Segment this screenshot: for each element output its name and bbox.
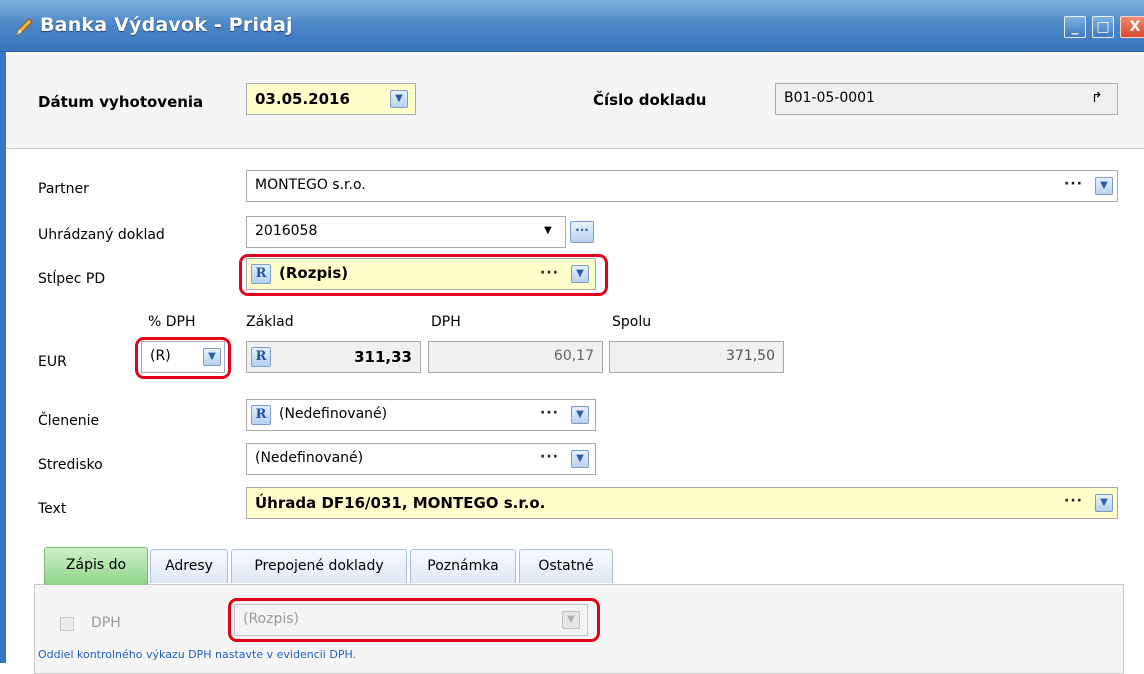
docnum-input[interactable]: B01-05-0001 [775, 83, 1118, 115]
paid-doc-label: Uhrádzaný doklad [38, 227, 165, 243]
paid-doc-input[interactable]: 2016058 [246, 216, 566, 248]
text-label: Text [38, 501, 67, 517]
base-label: Základ [246, 314, 294, 330]
total-value: 371,50 [726, 348, 775, 364]
more-icon[interactable]: ··· [540, 405, 559, 421]
vat-value: 60,17 [553, 348, 594, 364]
tab-poznamka[interactable]: Poznámka [410, 549, 516, 583]
chevron-down-icon[interactable]: ▼ [571, 406, 589, 424]
r-badge-icon[interactable]: R [251, 405, 271, 425]
paid-doc-value: 2016058 [255, 223, 318, 239]
browse-button[interactable]: ··· [570, 221, 594, 243]
chevron-down-icon[interactable]: ▼ [571, 450, 589, 468]
maximize-button[interactable]: □ [1092, 16, 1114, 38]
tab-adresy[interactable]: Adresy [150, 549, 228, 583]
caret-down-icon[interactable]: ▼ [544, 225, 552, 236]
base-input[interactable]: 311,33 [246, 341, 421, 373]
vat-input[interactable]: 60,17 [428, 341, 603, 373]
partner-input[interactable]: MONTEGO s.r.o. [246, 170, 1118, 202]
tab-zapis-do[interactable]: Zápis do [44, 547, 148, 585]
division-label: Členenie [38, 413, 100, 429]
annotation-highlight [239, 254, 608, 296]
partner-value: MONTEGO s.r.o. [255, 177, 366, 193]
minimize-button[interactable]: _ [1064, 16, 1086, 38]
more-icon[interactable]: ··· [1064, 493, 1083, 509]
vat-pct-label: % DPH [148, 314, 196, 330]
date-label: Dátum vyhotovenia [38, 93, 204, 111]
tab-ostatne[interactable]: Ostatné [519, 549, 613, 583]
pencil-icon [16, 18, 33, 37]
vat-checkbox[interactable] [60, 617, 74, 631]
vat-checkbox-label: DPH [91, 615, 121, 631]
division-value: (Nedefinované) [279, 406, 388, 422]
annotation-highlight [135, 337, 231, 379]
total-label: Spolu [612, 314, 652, 330]
chevron-down-icon[interactable]: ▼ [1095, 494, 1113, 512]
total-input[interactable]: 371,50 [609, 341, 784, 373]
chevron-down-icon[interactable]: ▼ [1095, 177, 1113, 195]
text-value: Úhrada DF16/031, MONTEGO s.r.o. [255, 494, 546, 512]
close-button[interactable]: X [1120, 16, 1144, 38]
vat-label: DPH [431, 314, 461, 330]
text-input[interactable]: Úhrada DF16/031, MONTEGO s.r.o. [246, 487, 1118, 519]
docnum-label: Číslo dokladu [593, 91, 707, 109]
center-value: (Nedefinované) [255, 450, 364, 466]
center-label: Stredisko [38, 457, 103, 473]
title-bar: Banka Výdavok - Pridaj _ □ X [0, 0, 1144, 52]
r-badge-icon[interactable]: R [251, 347, 271, 367]
column-label: Stĺpec PD [38, 271, 106, 287]
date-value: 03.05.2016 [255, 90, 350, 108]
tab-prepojene-doklady[interactable]: Prepojené doklady [231, 549, 407, 583]
vat-note: Oddiel kontrolného výkazu DPH nastavte v… [38, 648, 357, 661]
window-title: Banka Výdavok - Pridaj [40, 14, 293, 36]
annotation-highlight [228, 598, 600, 642]
more-icon[interactable]: ··· [1064, 176, 1083, 192]
docnum-value: B01-05-0001 [784, 90, 875, 106]
currency-label: EUR [38, 354, 67, 370]
partner-label: Partner [38, 181, 89, 197]
refresh-icon[interactable]: ↱ [1091, 90, 1103, 106]
base-value: 311,33 [354, 348, 412, 366]
chevron-down-icon[interactable]: ▼ [390, 90, 408, 108]
more-icon[interactable]: ··· [540, 449, 559, 465]
